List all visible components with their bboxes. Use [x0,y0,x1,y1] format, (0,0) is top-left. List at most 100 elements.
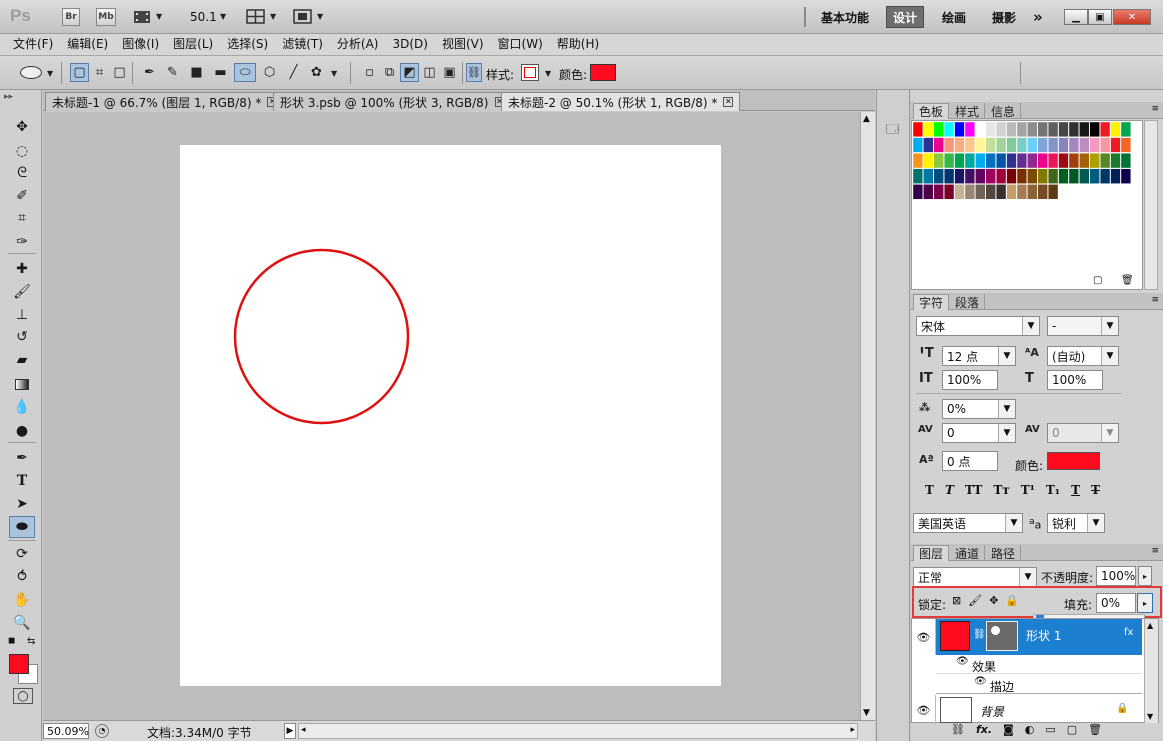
chevron-down-icon[interactable]: ▼ [998,400,1015,418]
swatches-colors[interactable] [912,121,1142,221]
move-tool[interactable]: ✥ [9,116,35,138]
new-shape-layer-button[interactable]: ▫ [360,63,379,82]
document-canvas[interactable] [180,145,721,686]
layer-link-icon[interactable]: ⛓ [973,629,986,640]
close-window-button[interactable]: ✕ [1113,9,1151,25]
strikethrough-button[interactable]: T [1091,483,1100,497]
swatches-grid[interactable] [911,120,1143,290]
hand-tool[interactable]: ✋ [9,589,35,611]
marquee-tool[interactable]: ◌ [9,140,35,162]
3d-rotate-tool[interactable]: ⟳ [9,543,35,565]
adjustment-layer-icon[interactable]: ◐ [1025,723,1035,736]
superscript-button[interactable]: T¹ [1021,483,1035,497]
tab-document-1[interactable]: 未标题-1 @ 66.7% (图层 1, RGB/8) * ✕ [45,92,285,111]
zoom-level-select[interactable]: 50.1 [190,10,217,24]
vertical-scrollbar[interactable]: ▲ ▼ [860,112,875,720]
chevron-down-icon[interactable]: ▼ [270,12,276,21]
tab-document-2[interactable]: 形状 3.psb @ 100% (形状 3, RGB/8) ✕ [273,92,512,111]
workspace-essentials[interactable]: 基本功能 [815,6,875,28]
tab-info[interactable]: 信息 [986,103,1022,119]
menu-view[interactable]: 视图(V) [435,34,491,55]
stroke-effect-row[interactable] [936,675,1142,694]
new-swatch-icon[interactable]: ▢ [1093,275,1102,286]
chevron-down-icon[interactable]: ▼ [1005,514,1022,532]
text-color-swatch[interactable] [1047,452,1100,470]
lasso-tool[interactable]: ᘓ [9,162,35,184]
tab-paragraph[interactable]: 段落 [950,294,986,310]
pen-tool[interactable]: ✒ [9,447,35,469]
add-to-shape-button[interactable]: ⧉ [380,63,399,82]
clone-stamp-tool[interactable]: ⊥ [9,304,35,326]
custom-shape-option[interactable]: ✿ [307,63,326,82]
rounded-rectangle-option[interactable]: ▬ [211,63,230,82]
scroll-right-icon[interactable]: ▸ [850,725,855,735]
eyedropper-tool[interactable]: ✑ [9,231,35,253]
horizontal-scale-input[interactable]: 100% [1047,370,1103,390]
pen-tool-option[interactable]: ✒ [140,63,159,82]
fill-input[interactable]: 0% [1096,593,1136,613]
blend-mode-select[interactable]: 正常 ▼ [913,567,1037,587]
chevron-down-icon[interactable]: ▼ [1019,568,1036,586]
workspace-photography[interactable]: 摄影 [986,6,1022,28]
restore-button[interactable]: ▣ [1088,9,1112,25]
underline-button[interactable]: T [1071,483,1080,497]
crop-tool[interactable]: ⌗ [9,207,35,229]
font-size-input[interactable]: 12 点 ▼ [942,346,1016,366]
3d-orbit-tool[interactable]: ⥀ [9,566,35,588]
menu-help[interactable]: 帮助(H) [550,34,606,55]
close-tab-icon[interactable]: ✕ [723,97,734,107]
blur-tool[interactable]: 💧 [9,396,35,418]
delete-swatch-icon[interactable]: 🗑 [1121,275,1134,286]
chevron-down-icon[interactable]: ▼ [998,424,1015,442]
link-style-button[interactable]: ⛓ [466,63,482,82]
kerning-input[interactable]: 0 ▼ [942,423,1016,443]
fill-pixels-mode-button[interactable]: □ [110,63,129,82]
gradient-tool[interactable] [9,373,35,395]
language-select[interactable]: 美国英语 ▼ [913,513,1023,533]
all-caps-button[interactable]: TT [965,483,982,497]
background-thumbnail[interactable] [940,697,972,723]
path-selection-tool[interactable]: ➤ [9,493,35,515]
brush-tool[interactable]: 🖌 [9,281,35,303]
opacity-input[interactable]: 100% [1096,566,1136,586]
menu-file[interactable]: 文件(F) [6,34,60,55]
leading-input[interactable]: (自动) ▼ [1047,346,1119,366]
chevron-down-icon[interactable]: ▼ [1101,317,1118,335]
shape-layers-mode-button[interactable]: ▢ [70,63,89,82]
zoom-tool[interactable]: 🔍 [9,612,35,634]
vertical-scale-input[interactable]: 100% [942,370,998,390]
link-layers-icon[interactable]: ⛓ [951,723,965,736]
scroll-down-icon[interactable]: ▼ [1147,712,1153,721]
collapse-icon[interactable]: ▸▸ [4,92,13,102]
arrange-documents-button[interactable] [246,9,266,25]
effects-eye-icon[interactable]: 👁 [956,656,969,667]
layer-name[interactable]: 形状 1 [1026,627,1061,644]
add-mask-icon[interactable]: ◙ [1003,723,1014,736]
tab-paths[interactable]: 路径 [986,545,1022,561]
chevron-down-icon[interactable]: ▼ [1101,347,1118,365]
tsume-input[interactable]: 0% ▼ [942,399,1016,419]
subscript-button[interactable]: T₁ [1046,483,1060,497]
tab-layers[interactable]: 图层 [913,545,950,561]
background-visibility-eye-icon[interactable]: 👁 [912,695,936,725]
tracking-input[interactable]: 0 ▼ [1047,423,1119,443]
tab-styles[interactable]: 样式 [950,103,986,119]
workspace-design[interactable]: 设计 [886,6,925,28]
ellipse-tool[interactable]: ⬬ [9,516,35,538]
scroll-down-icon[interactable]: ▼ [863,708,870,718]
horizontal-scrollbar[interactable]: ◂ ▸ [298,723,858,739]
default-colors-icon[interactable]: ◼ [8,636,15,646]
swap-colors-icon[interactable]: ⇆ [27,636,35,647]
workspace-painting[interactable]: 绘画 [936,6,972,28]
intersect-shape-button[interactable]: ◫ [420,63,439,82]
tool-preset-ellipse-icon[interactable] [20,66,42,79]
tab-swatches[interactable]: 色板 [913,103,950,119]
chevron-down-icon[interactable]: ▼ [47,69,53,78]
menu-analysis[interactable]: 分析(A) [330,34,386,55]
new-group-icon[interactable]: ▭ [1045,723,1055,736]
lock-position-icon[interactable]: ✥ [989,594,998,607]
vector-mask-thumbnail[interactable] [986,621,1018,651]
status-info-icon[interactable]: ◔ [95,724,109,738]
color-swatch[interactable] [590,64,616,81]
zoom-field[interactable]: 50.09% [43,723,89,739]
